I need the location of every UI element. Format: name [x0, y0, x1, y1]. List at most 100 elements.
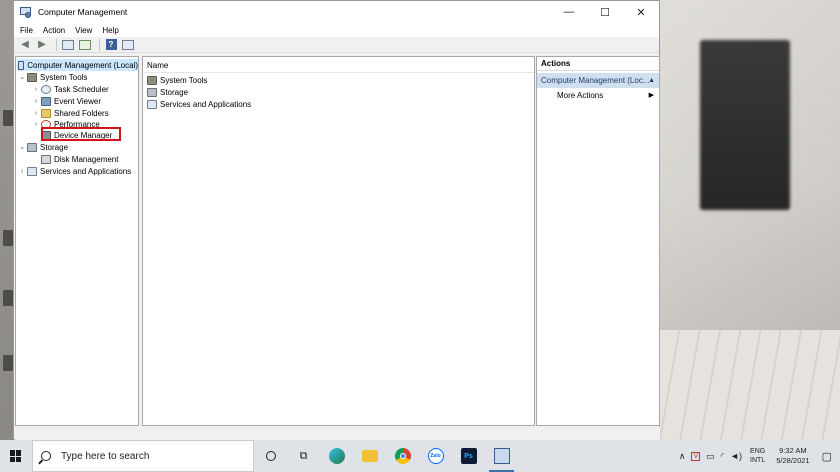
tree-item-root[interactable]: Computer Management (Local): [17, 59, 138, 71]
tree-item-disk-management[interactable]: Disk Management: [40, 153, 118, 165]
header-divider: [143, 72, 534, 73]
menu-view[interactable]: View: [75, 26, 92, 35]
title-bar[interactable]: Computer Management — ☐ ✕: [14, 1, 659, 23]
unikey-icon[interactable]: V: [691, 451, 701, 461]
toolbar-separator: [56, 38, 57, 51]
desktop-icon[interactable]: [3, 110, 13, 126]
chevron-down-icon[interactable]: ⌄: [18, 73, 26, 81]
desktop-icon[interactable]: [3, 355, 13, 371]
list-item[interactable]: System Tools: [146, 74, 207, 86]
list-item[interactable]: Services and Applications: [146, 98, 251, 110]
tools-icon: [27, 72, 37, 82]
tree-item-label: System Tools: [40, 72, 88, 82]
chrome-button[interactable]: [386, 440, 419, 472]
chevron-down-icon[interactable]: ⌄: [18, 143, 26, 151]
shared-folder-icon: [41, 108, 51, 118]
show-hide-console-tree-icon[interactable]: [61, 38, 75, 51]
actions-pane: Actions Computer Management (Loc... ▲ Mo…: [536, 56, 660, 426]
clock[interactable]: 9:32 AM 5/28/2021: [776, 446, 809, 466]
cortana-button[interactable]: [254, 440, 287, 472]
tree-item-label: Task Scheduler: [54, 84, 109, 94]
more-actions-item[interactable]: More Actions ▶: [537, 88, 659, 102]
event-viewer-icon: [41, 96, 51, 106]
computer-management-icon: [20, 6, 32, 18]
menu-help[interactable]: Help: [102, 26, 118, 35]
window-title: Computer Management: [38, 7, 128, 17]
tree-item-storage[interactable]: ⌄ Storage: [18, 141, 68, 153]
list-item-label: System Tools: [160, 75, 208, 85]
edge-button[interactable]: [320, 440, 353, 472]
desktop-icon[interactable]: [3, 290, 13, 306]
collapse-up-icon[interactable]: ▲: [648, 77, 655, 84]
clock-date: 5/28/2021: [776, 456, 810, 465]
file-explorer-button[interactable]: [353, 440, 386, 472]
help-icon[interactable]: ?: [104, 38, 118, 51]
zalo-button[interactable]: Zalo: [419, 440, 452, 472]
photoshop-button[interactable]: Ps: [452, 440, 485, 472]
wallpaper-floor: [660, 330, 840, 440]
task-view-button[interactable]: ⧉: [287, 440, 320, 472]
tree-item-event-viewer[interactable]: › Event Viewer: [32, 95, 101, 107]
console-tree: Computer Management (Local) ⌄ System Too…: [15, 56, 139, 426]
taskbar-search-box[interactable]: Type here to search: [32, 440, 254, 472]
actions-section-computer-management[interactable]: Computer Management (Loc... ▲: [537, 73, 659, 88]
chevron-up-icon[interactable]: ∧: [679, 451, 686, 462]
chevron-right-icon[interactable]: ›: [32, 121, 40, 128]
forward-arrow-icon[interactable]: ▶: [35, 38, 49, 51]
device-manager-highlight: [41, 127, 121, 141]
tree-item-label: Storage: [40, 142, 69, 152]
notification-icon[interactable]: ▢: [822, 450, 832, 463]
language-bottom: INTL: [750, 457, 766, 464]
menu-file[interactable]: File: [20, 26, 33, 35]
tree-item-task-scheduler[interactable]: › Task Scheduler: [32, 83, 109, 95]
zalo-icon: Zalo: [427, 448, 444, 464]
tree-item-label: Disk Management: [54, 154, 119, 164]
tree-item-system-tools[interactable]: ⌄ System Tools: [18, 71, 87, 83]
desktop-left-edge: [0, 0, 14, 440]
chevron-right-icon[interactable]: ›: [32, 110, 40, 117]
computer-management-taskbar-button[interactable]: [485, 440, 518, 472]
computer-management-icon: [493, 448, 510, 464]
tree-item-label: Event Viewer: [54, 96, 101, 106]
list-item-label: Storage: [160, 87, 189, 97]
chevron-right-icon[interactable]: ›: [18, 168, 26, 175]
network-wifi-icon[interactable]: ◜: [721, 451, 725, 462]
list-item-label: Services and Applications: [160, 99, 252, 109]
back-arrow-icon[interactable]: ◀: [18, 38, 32, 51]
speaker-icon[interactable]: ◄): [730, 451, 742, 461]
chrome-icon: [394, 448, 411, 464]
chevron-right-icon[interactable]: ›: [32, 98, 40, 105]
close-button[interactable]: ✕: [623, 1, 659, 23]
search-placeholder: Type here to search: [61, 450, 150, 462]
services-icon: [147, 99, 157, 109]
storage-icon: [27, 142, 37, 152]
toolbar-separator: [99, 38, 100, 51]
language-top: ENG: [750, 448, 766, 455]
windows-logo-icon: [10, 450, 22, 462]
list-item[interactable]: Storage: [146, 86, 188, 98]
clock-icon: [41, 84, 51, 94]
menu-action[interactable]: Action: [43, 26, 65, 35]
actions-header: Actions: [537, 57, 659, 71]
services-icon: [27, 166, 37, 176]
window-controls: — ☐ ✕: [551, 1, 659, 23]
tools-icon: [147, 75, 157, 85]
maximize-button[interactable]: ☐: [587, 1, 623, 23]
tree-item-label: Shared Folders: [54, 108, 109, 118]
tree-item-services-and-applications[interactable]: › Services and Applications: [18, 165, 131, 177]
cortana-circle-icon: [265, 451, 276, 461]
tree-item-label: Computer Management (Local): [27, 60, 138, 70]
start-button[interactable]: [0, 440, 32, 472]
minimize-button[interactable]: —: [551, 1, 587, 23]
chevron-right-icon[interactable]: ›: [32, 86, 40, 93]
battery-icon[interactable]: ▭: [706, 451, 715, 462]
column-header-name[interactable]: Name: [147, 61, 168, 70]
export-list-icon[interactable]: [78, 38, 92, 51]
status-bar: [15, 427, 660, 440]
language-indicator[interactable]: ENG INTL: [750, 447, 765, 465]
taskbar: Type here to search ⧉ Zalo Ps ∧ V ▭ ◜ ◄)…: [0, 440, 840, 472]
desktop-icon[interactable]: [3, 230, 13, 246]
folder-icon: [361, 450, 378, 462]
results-pane: Name System Tools Storage Services and A…: [142, 56, 535, 426]
show-hide-action-pane-icon[interactable]: [121, 38, 135, 51]
